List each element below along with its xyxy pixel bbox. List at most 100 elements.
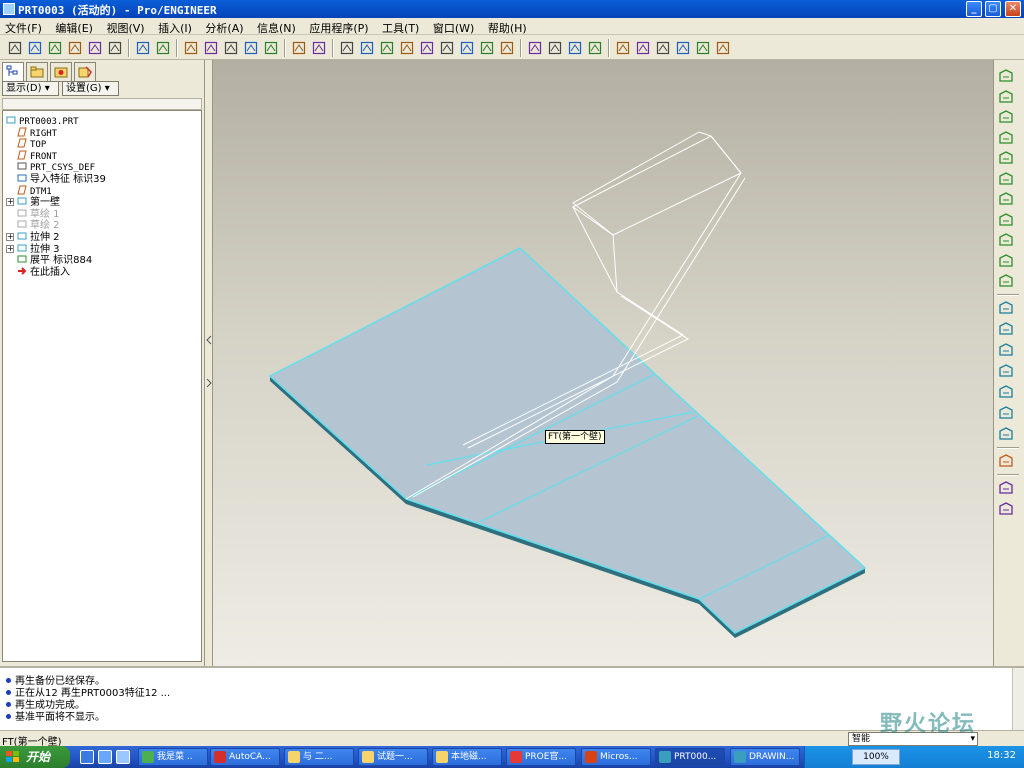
expand-icon[interactable]: + [6, 244, 14, 253]
style-icon[interactable] [998, 453, 1016, 471]
panel-splitter[interactable] [205, 60, 213, 666]
menu-view[interactable]: 视图(V) [101, 18, 149, 36]
copy-icon[interactable] [202, 39, 220, 57]
context-help-icon[interactable] [714, 39, 732, 57]
message-scrollbar[interactable] [1012, 668, 1024, 730]
email-icon[interactable] [86, 39, 104, 57]
spin-center-icon[interactable] [338, 39, 356, 57]
expand-icon[interactable]: + [6, 233, 14, 241]
expand-right-icon[interactable] [206, 378, 212, 388]
datum-point-tool-icon[interactable] [998, 384, 1016, 402]
clock[interactable]: 18:32 [987, 750, 1016, 761]
taskbar-button[interactable]: AutoCA... [210, 748, 280, 766]
collapse-left-icon[interactable] [206, 335, 212, 345]
taskbar-button[interactable]: DRAWIN... [730, 748, 800, 766]
close-button[interactable]: ✕ [1005, 1, 1021, 17]
taskbar-button[interactable]: PRT000... [655, 748, 725, 766]
bend-icon[interactable] [998, 212, 1016, 230]
hidden-line-icon[interactable] [546, 39, 564, 57]
taskbar-button[interactable]: PROE官... [506, 748, 576, 766]
paste-icon[interactable] [222, 39, 240, 57]
tree-item[interactable]: 草绘 2 [17, 219, 60, 231]
shading-icon[interactable] [586, 39, 604, 57]
quick-launch-icon[interactable] [116, 750, 130, 764]
tree-item[interactable]: 导入特征 标识39 [17, 173, 106, 185]
punch-icon[interactable] [998, 171, 1016, 189]
datum-curve-icon[interactable] [998, 300, 1016, 318]
datum-points-icon[interactable] [654, 39, 672, 57]
reorient-icon[interactable] [438, 39, 456, 57]
tree-item[interactable]: PRT_CSYS_DEF [17, 161, 95, 173]
taskbar-button[interactable]: 试题一... [358, 748, 428, 766]
maximize-button[interactable]: ▢ [985, 1, 1001, 17]
tree-item[interactable]: FRONT [17, 150, 57, 162]
redo-icon[interactable] [154, 39, 172, 57]
menu-file[interactable]: 文件(F) [0, 18, 47, 36]
settings-dropdown[interactable]: 设置(G) ▾ [62, 81, 119, 96]
save-icon[interactable] [46, 39, 64, 57]
selection-box-icon[interactable] [290, 39, 308, 57]
datum-plane-tool-icon[interactable] [998, 321, 1016, 339]
layers-icon[interactable] [478, 39, 496, 57]
repaint-icon[interactable] [310, 39, 328, 57]
datum-planes-icon[interactable] [614, 39, 632, 57]
menu-insert[interactable]: 插入(I) [153, 18, 197, 36]
menu-applications[interactable]: 应用程序(P) [304, 18, 373, 36]
undo-icon[interactable] [134, 39, 152, 57]
sketch-curve-icon[interactable] [998, 363, 1016, 381]
favorites-tab[interactable] [50, 62, 72, 82]
model-tree-tab[interactable] [2, 62, 24, 82]
coord-sys-icon[interactable] [674, 39, 692, 57]
zoom-indicator[interactable]: 100% [852, 749, 900, 765]
tree-item[interactable]: TOP [17, 138, 46, 150]
show-dropdown[interactable]: 显示(D) ▾ [2, 81, 59, 96]
start-button[interactable]: 开始 [0, 746, 70, 768]
tree-item[interactable]: 在此插入 [17, 266, 70, 278]
tree-item[interactable]: DTM1 [17, 185, 52, 197]
menu-window[interactable]: 窗口(W) [428, 18, 479, 36]
no-hidden-icon[interactable] [566, 39, 584, 57]
tree-item[interactable]: PRT0003.PRT [6, 115, 79, 127]
flat-pattern-icon[interactable] [998, 253, 1016, 271]
menu-info[interactable]: 信息(N) [252, 18, 301, 36]
tree-item[interactable]: RIGHT [17, 127, 57, 139]
folder-browser-tab[interactable] [26, 62, 48, 82]
datum-axis-tool-icon[interactable] [998, 342, 1016, 360]
coord-sys-tool-icon[interactable] [998, 405, 1016, 423]
taskbar-button[interactable]: 与 二... [284, 748, 354, 766]
paste-special-icon[interactable] [242, 39, 260, 57]
graphics-window[interactable]: FT(第一个壁) [213, 60, 993, 666]
menu-edit[interactable]: 编辑(E) [50, 18, 98, 36]
print-icon[interactable] [66, 39, 84, 57]
view-manager-icon[interactable] [498, 39, 516, 57]
datum-axes-icon[interactable] [634, 39, 652, 57]
orient-mode-icon[interactable] [358, 39, 376, 57]
zoom-out-icon[interactable] [398, 39, 416, 57]
taskbar-button[interactable]: 本地磁... [432, 748, 502, 766]
wall-icon[interactable] [998, 68, 1016, 86]
zoom-in-icon[interactable] [378, 39, 396, 57]
flange-icon[interactable] [998, 89, 1016, 107]
merge-icon[interactable] [998, 273, 1016, 291]
connections-tab[interactable] [74, 62, 96, 82]
open-icon[interactable] [26, 39, 44, 57]
quick-launch-icon[interactable] [98, 750, 112, 764]
menu-tools[interactable]: 工具(T) [377, 18, 424, 36]
expand-icon[interactable]: + [6, 198, 14, 207]
tree-item[interactable]: 拉伸 3 [17, 243, 60, 255]
menu-analysis[interactable]: 分析(A) [200, 18, 248, 36]
email-link-icon[interactable] [106, 39, 124, 57]
show-desktop-icon[interactable] [80, 750, 94, 764]
edge-bend-icon[interactable] [998, 232, 1016, 250]
taskbar-button[interactable]: 我是菜 .. [138, 748, 208, 766]
wireframe-icon[interactable] [526, 39, 544, 57]
title-bar[interactable]: PRT0003 (活动的) - Pro/ENGINEER _ ▢ ✕ [0, 0, 1024, 18]
tree-item[interactable]: 第一壁 [17, 196, 60, 208]
regenerate-icon[interactable] [262, 39, 280, 57]
tree-item[interactable]: 展平 标识884 [17, 254, 92, 266]
bend-back-icon[interactable] [998, 130, 1016, 148]
form-icon[interactable] [998, 150, 1016, 168]
tree-item[interactable]: 拉伸 2 [17, 231, 60, 243]
select-icon[interactable] [998, 480, 1016, 498]
new-icon[interactable] [6, 39, 24, 57]
